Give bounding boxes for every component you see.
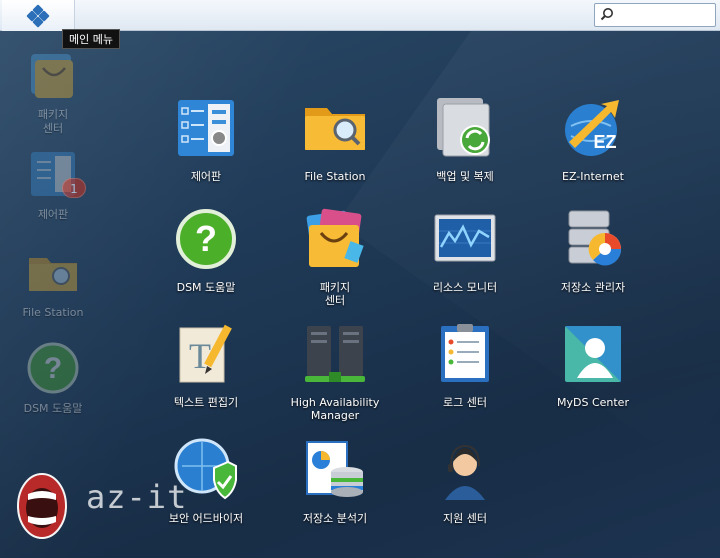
app-file-station[interactable]: File Station <box>270 96 400 183</box>
app-label: 센터 <box>324 294 346 307</box>
search-icon <box>600 8 613 21</box>
shortcut-label: 패키지 <box>37 108 69 121</box>
desktop-shortcut-package-center[interactable]: 패키지 센터 <box>11 46 95 136</box>
main-menu-grid-icon <box>26 3 50 28</box>
taskbar <box>0 0 720 31</box>
app-dsm-help[interactable]: ? DSM 도움말 <box>141 207 271 294</box>
app-label: 저장소 관리자 <box>560 281 626 294</box>
ez-internet-icon: EZ <box>565 100 619 156</box>
app-label: 백업 및 복제 <box>436 170 494 183</box>
app-label: 텍스트 편집기 <box>173 396 239 409</box>
dsm-help-icon: ? <box>27 342 79 394</box>
app-label: EZ-Internet <box>562 170 624 183</box>
app-label: 제어판 <box>190 170 222 183</box>
control-panel-notification-badge: 1 <box>62 178 86 198</box>
app-label: 지원 센터 <box>443 512 487 525</box>
app-label: 저장소 분석기 <box>302 512 368 525</box>
app-label: MyDS Center <box>557 396 629 409</box>
app-storage-manager[interactable]: 저장소 관리자 <box>528 207 658 294</box>
app-backup-replication[interactable]: 백업 및 복제 <box>400 96 530 183</box>
app-resource-monitor[interactable]: 리소스 모니터 <box>400 207 530 294</box>
package-center-icon <box>31 54 73 98</box>
app-storage-analyzer[interactable]: 저장소 분석기 <box>270 438 400 525</box>
app-label: 패키지 <box>319 281 351 294</box>
app-ez-internet[interactable]: EZ EZ-Internet <box>528 96 658 183</box>
app-label: High Availability <box>290 396 380 409</box>
app-label: 리소스 모니터 <box>432 281 498 294</box>
desktop-shortcut-file-station[interactable]: File Station <box>11 244 95 320</box>
app-log-center[interactable]: 로그 센터 <box>400 322 530 409</box>
app-control-panel[interactable]: 제어판 <box>141 96 271 183</box>
desktop: 메인 메뉴 패키지 센터 제어판 File Station ? DSM 도움말 … <box>0 0 720 558</box>
app-label: 로그 센터 <box>443 396 487 409</box>
main-menu-button[interactable] <box>2 0 75 31</box>
main-menu-tooltip: 메인 메뉴 <box>62 29 120 49</box>
myds-center-icon <box>565 326 621 382</box>
app-package-center[interactable]: 패키지 센터 <box>270 207 400 307</box>
app-myds-center[interactable]: MyDS Center <box>528 322 658 409</box>
svg-text:EZ: EZ <box>593 132 616 152</box>
control-panel-icon <box>178 100 234 156</box>
resource-monitor-icon <box>434 214 496 262</box>
file-station-icon <box>29 258 77 291</box>
app-high-availability-manager[interactable]: High Availability Manager <box>270 322 400 422</box>
app-label: File Station <box>304 170 366 183</box>
support-center-icon <box>445 444 485 500</box>
high-availability-icon <box>305 326 365 382</box>
svg-text:?: ? <box>44 352 62 385</box>
app-label: DSM 도움말 <box>176 281 236 294</box>
backup-replication-icon <box>437 98 490 157</box>
app-text-editor[interactable]: T 텍스트 편집기 <box>141 322 271 409</box>
shortcut-label: 센터 <box>42 122 64 135</box>
storage-analyzer-icon <box>306 441 363 497</box>
file-station-icon <box>305 108 365 150</box>
log-center-icon <box>441 324 489 382</box>
svg-text:?: ? <box>195 218 217 259</box>
app-label: Manager <box>310 409 360 422</box>
text-editor-icon: T <box>179 324 232 383</box>
package-center-icon <box>306 208 364 267</box>
storage-manager-icon <box>568 210 622 266</box>
shortcut-label: DSM 도움말 <box>23 402 83 415</box>
desktop-shortcut-dsm-help[interactable]: ? DSM 도움말 <box>11 340 95 416</box>
shortcut-label: File Station <box>22 306 84 319</box>
watermark-text: az-it <box>86 478 188 516</box>
app-support-center[interactable]: 지원 센터 <box>400 438 530 525</box>
search-input[interactable] <box>594 3 716 27</box>
dsm-help-icon: ? <box>176 209 236 269</box>
shortcut-label: 제어판 <box>37 208 69 221</box>
